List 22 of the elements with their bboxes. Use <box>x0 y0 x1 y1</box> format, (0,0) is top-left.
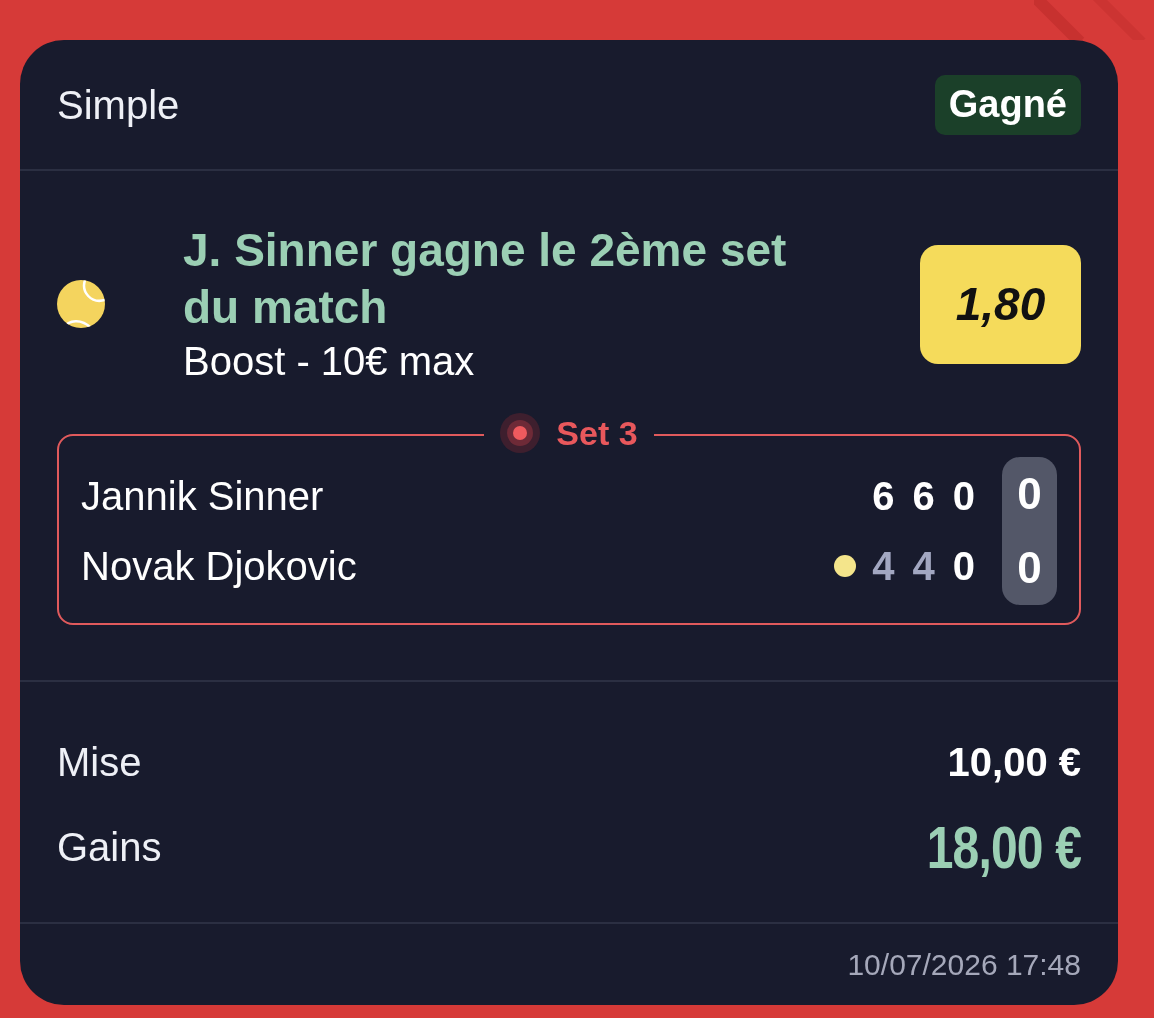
status-badge: Gagné <box>934 74 1081 135</box>
set-score: 4 <box>912 543 935 589</box>
selection-title: J. Sinner gagne le 2ème set du match <box>183 223 788 335</box>
set-score: 6 <box>912 473 935 519</box>
odds-badge: 1,80 <box>920 244 1081 364</box>
player-name: Jannik Sinner <box>81 473 325 519</box>
payout-amount: 18,00 € <box>926 812 1081 882</box>
amount-label: Mise <box>57 739 142 785</box>
set-label: Set 3 <box>556 413 638 453</box>
point-score: 0 <box>1017 543 1042 593</box>
set-score: 4 <box>872 543 895 589</box>
point-score: 0 <box>1017 469 1042 519</box>
selection-subtitle: Boost - 10€ max <box>183 338 476 385</box>
amount-label: Gains <box>57 824 162 870</box>
player-name: Novak Djokovic <box>81 543 358 589</box>
set-score: 0 <box>952 473 975 519</box>
set-score: 6 <box>872 473 895 519</box>
bet-date: 10/07/2026 17:48 <box>847 947 1081 982</box>
set-score: 0 <box>952 543 975 589</box>
stake-amount: 10,00 € <box>947 739 1081 785</box>
tennis-ball-icon <box>57 280 105 328</box>
bet-type: Simple <box>57 81 180 129</box>
